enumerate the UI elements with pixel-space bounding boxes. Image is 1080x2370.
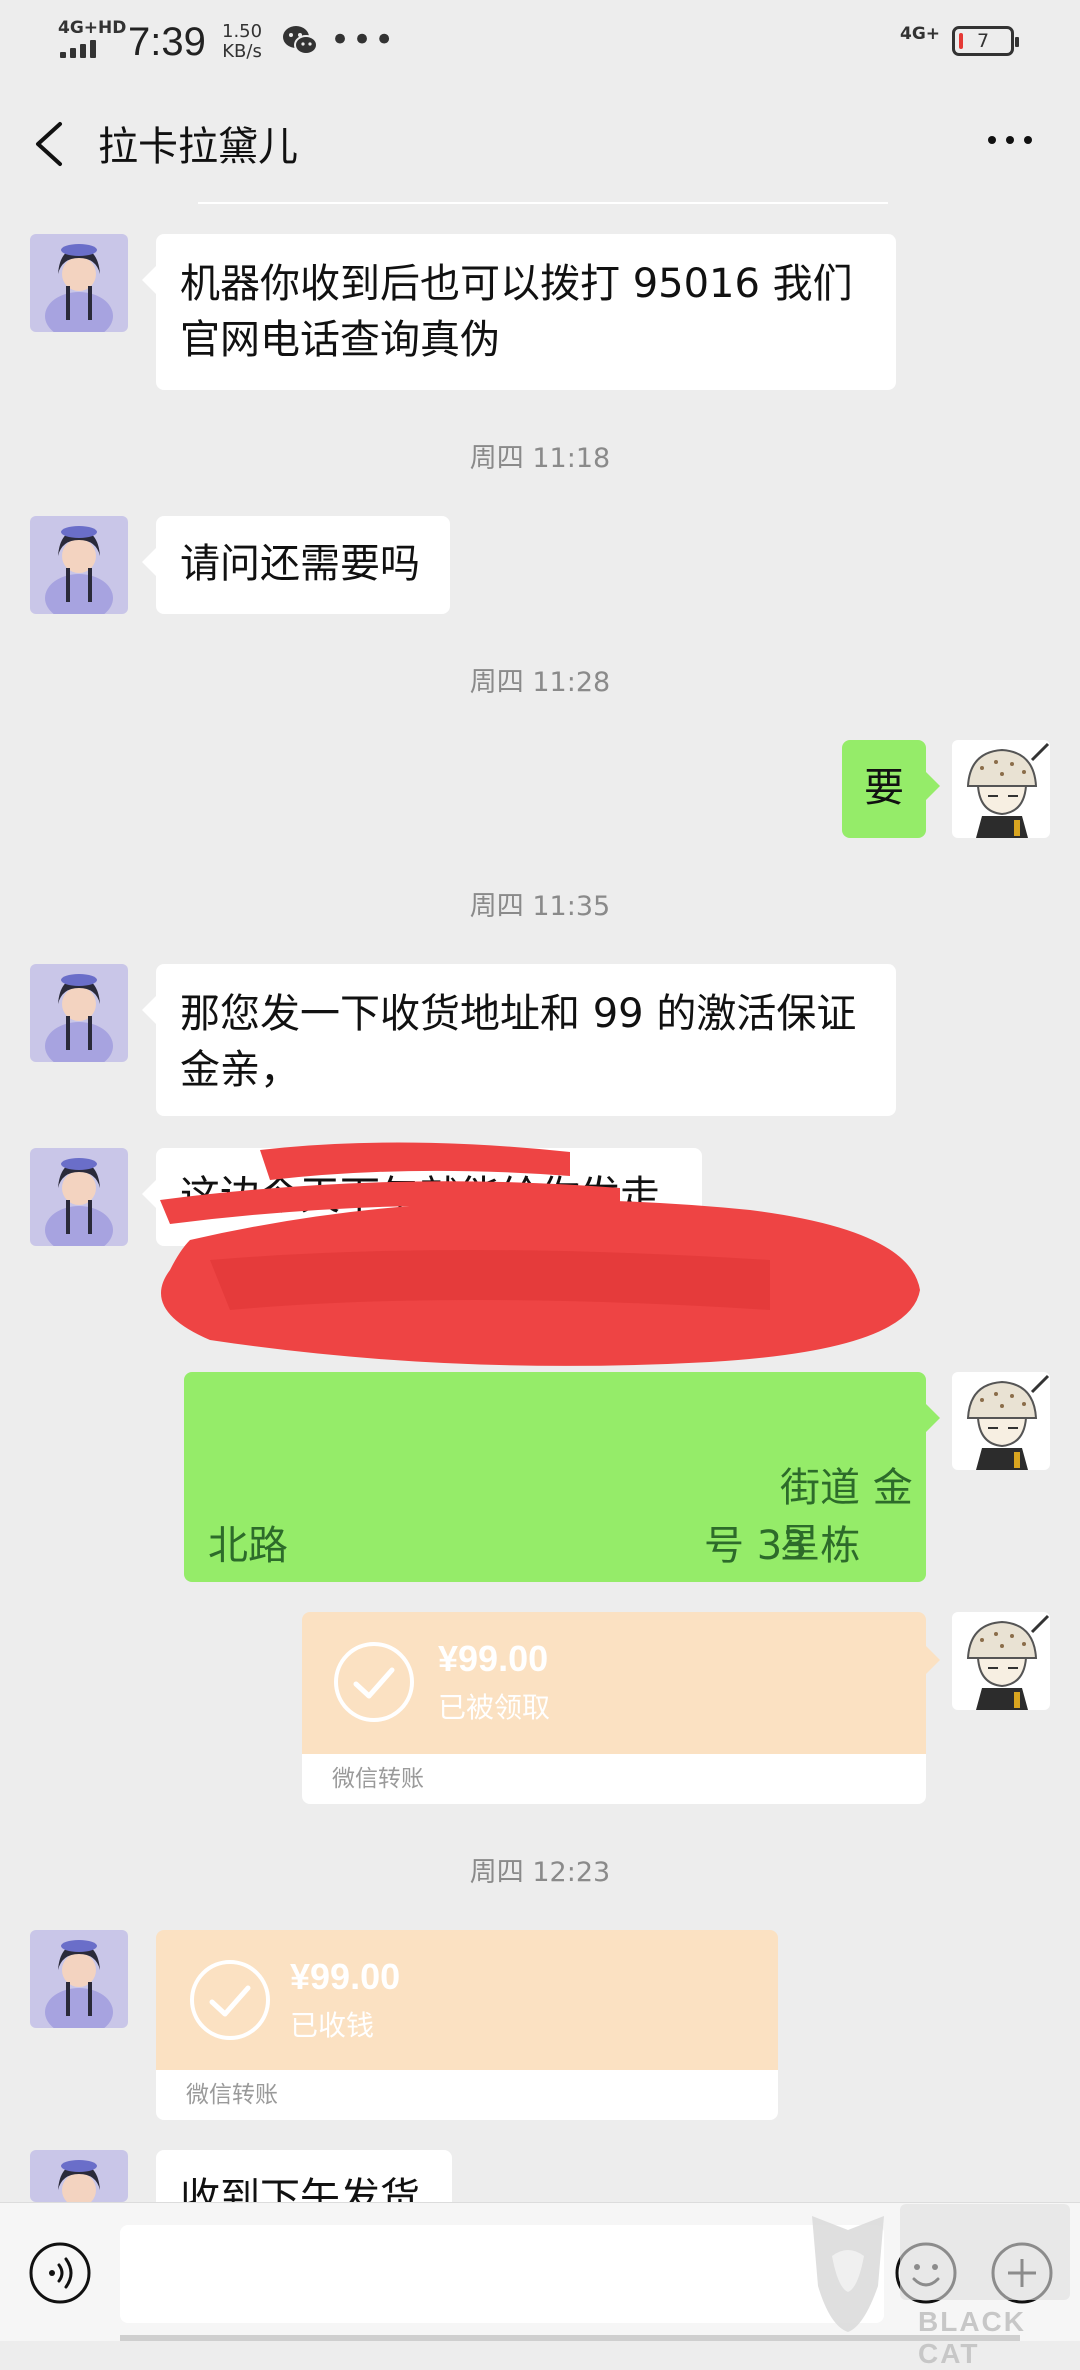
visible-fragment: 北路 [208, 1523, 288, 1569]
transfer-amount: ¥99.00 [290, 1956, 401, 1997]
wechat-icon [283, 26, 318, 55]
transfer-status: 已被领取 [438, 1691, 551, 1724]
transfer-card-incoming[interactable]: ¥99.00 已收钱 微信转账 [156, 1930, 778, 2120]
contact-avatar[interactable] [30, 2150, 128, 2202]
redaction-scribble [160, 1142, 920, 1366]
girl-avatar-icon [30, 234, 128, 332]
transfer-label: 微信转账 [302, 1754, 926, 1804]
signal-icon [60, 40, 104, 58]
my-avatar[interactable] [952, 740, 1050, 838]
timestamp: 周四 11:18 [469, 443, 611, 474]
chat-title: 拉卡拉黛儿 [98, 124, 298, 170]
timestamp: 周四 11:35 [469, 891, 611, 922]
previous-message-edge [198, 202, 888, 204]
transfer-label: 微信转账 [156, 2070, 778, 2120]
transfer-status: 已收钱 [290, 2009, 375, 2042]
my-avatar[interactable] [952, 1612, 1050, 1710]
girl-avatar-icon [30, 964, 128, 1062]
message-line: 请问还需要吗 [180, 541, 420, 587]
transfer-card-outgoing[interactable]: ¥99.00 已被领取 微信转账 [302, 1612, 940, 1804]
voice-icon[interactable] [28, 2241, 92, 2305]
visible-fragment: 号 33 栋 [704, 1523, 861, 1569]
check-circle-icon [190, 1960, 270, 2040]
network-indicator-right: 4G+ [900, 24, 941, 44]
message-line: 官网电话查询真伪 [180, 317, 500, 363]
timestamp: 周四 11:28 [469, 667, 611, 698]
transfer-amount: ¥99.00 [438, 1638, 549, 1679]
contact-avatar[interactable] [30, 964, 128, 1062]
chat-header: 拉卡拉黛儿 [0, 84, 1080, 202]
message-input[interactable] [120, 2225, 884, 2323]
girl-avatar-icon [30, 1148, 128, 1246]
battery-icon: 7 [952, 26, 1019, 56]
more-horizontal-icon[interactable] [980, 110, 1040, 170]
status-time: 7:39 [128, 20, 206, 64]
network-indicator: 4G+HD [58, 18, 127, 38]
speed-value: 1.50 [222, 21, 263, 42]
watermark-text: BLACK CAT [918, 2306, 1026, 2369]
contact-avatar[interactable] [30, 1930, 128, 2028]
message-bubble-outgoing-redacted[interactable]: 街道 金星 北路 号 33 栋 [184, 1372, 940, 1582]
cartoon-avatar-icon [952, 1372, 1050, 1470]
message-bubble-incoming[interactable]: 请问还需要吗 [142, 516, 450, 614]
chevron-left-icon[interactable] [30, 120, 70, 168]
girl-avatar-icon [30, 516, 128, 614]
timestamp: 周四 12:23 [469, 1857, 611, 1888]
cartoon-avatar-icon [952, 1612, 1050, 1710]
message-line: 收到下午发货 [180, 2175, 420, 2202]
network-speed: 1.50 KB/s [222, 22, 262, 62]
message-bubble-incoming[interactable]: 机器你收到后也可以拨打 95016 我们 官网电话查询真伪 [142, 234, 896, 390]
message-bubble-incoming[interactable]: 收到下午发货 [156, 2150, 452, 2202]
message-bubble-incoming[interactable]: 那您发一下收货地址和 99 的激活保证 金亲， [142, 964, 896, 1116]
message-line: 机器你收到后也可以拨打 95016 我们 [180, 261, 853, 307]
status-bar: 4G+HD 7:39 1.50 KB/s ••• 4G+ 7 [0, 0, 1080, 84]
message-bubble-outgoing[interactable]: 要 [842, 740, 940, 838]
more-notifications-icon: ••• [330, 20, 397, 60]
contact-avatar[interactable] [30, 1148, 128, 1246]
girl-avatar-icon [30, 1930, 128, 2028]
cartoon-avatar-icon [952, 740, 1050, 838]
contact-avatar[interactable] [30, 516, 128, 614]
my-avatar[interactable] [952, 1372, 1050, 1470]
message-line: 那您发一下收货地址和 99 的激活保证 [180, 991, 857, 1037]
transfer-card-body: ¥99.00 已收钱 [156, 1930, 778, 2070]
battery-percent: 7 [976, 30, 990, 52]
message-line: 金亲， [180, 1047, 300, 1093]
speed-unit: KB/s [222, 41, 262, 62]
message-line: 要 [864, 765, 904, 811]
check-circle-icon [334, 1642, 414, 1722]
contact-avatar[interactable] [30, 234, 128, 332]
girl-avatar-icon [30, 2150, 128, 2202]
transfer-card-body: ¥99.00 已被领取 [302, 1612, 926, 1754]
